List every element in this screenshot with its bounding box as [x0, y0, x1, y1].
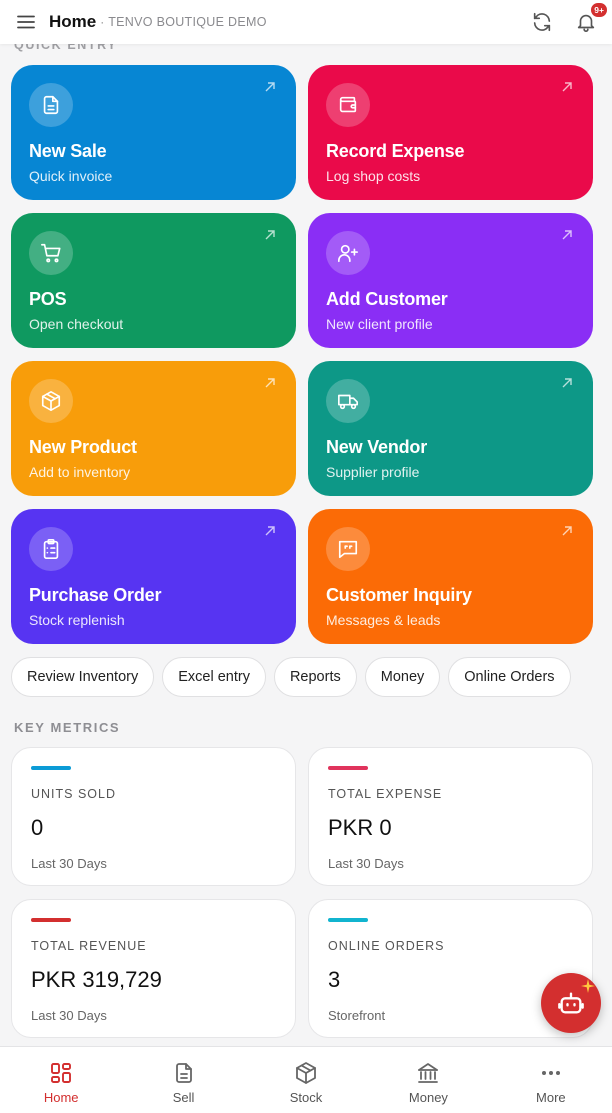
truck-icon [326, 379, 370, 423]
nav-label: Home [43, 1090, 79, 1105]
chip-review-inventory[interactable]: Review Inventory [11, 657, 155, 697]
customer-inquiry-tile[interactable]: Customer Inquiry Messages & leads [308, 509, 593, 644]
record-expense-tile[interactable]: Record Expense Log shop costs [308, 65, 593, 200]
metric-name: UNITS SOLD [31, 787, 117, 801]
tile-subtitle: Add to inventory [29, 464, 131, 480]
tile-subtitle: Messages & leads [326, 612, 441, 628]
nav-home[interactable]: Home [0, 1047, 122, 1113]
tile-title: POS [29, 289, 67, 309]
sparkle-icon [581, 979, 595, 993]
new-vendor-tile[interactable]: New Vendor Supplier profile [308, 361, 593, 496]
refresh-icon[interactable] [528, 8, 556, 36]
nav-money[interactable]: Money [367, 1047, 489, 1113]
clipboard-icon [29, 527, 73, 571]
chip-excel-entry[interactable]: Excel entry [162, 657, 266, 697]
tile-title: Customer Inquiry [326, 585, 472, 605]
menu-icon[interactable] [14, 10, 38, 34]
pos-tile[interactable]: POS Open checkout [11, 213, 296, 348]
user-plus-icon [326, 231, 370, 275]
new-sale-tile[interactable]: New Sale Quick invoice [11, 65, 296, 200]
cart-icon [29, 231, 73, 275]
nav-sell[interactable]: Sell [122, 1047, 244, 1113]
top-bar: Home · TENVO BOUTIQUE DEMO 9+ [0, 0, 612, 44]
wallet-icon [326, 83, 370, 127]
quick-entry-grid: New Sale Quick invoice Record Expense Lo… [11, 65, 593, 644]
arrow-up-right-icon [562, 526, 572, 536]
tile-subtitle: Open checkout [29, 316, 124, 332]
total-revenue-card[interactable]: TOTAL REVENUE PKR 319,729 Last 30 Days [11, 899, 296, 1038]
metric-period: Storefront [328, 1008, 386, 1023]
metric-value: 3 [328, 967, 341, 992]
tile-subtitle: Stock replenish [29, 612, 125, 628]
metric-value: PKR 0 [328, 815, 392, 840]
box-icon [29, 379, 73, 423]
bottom-navigation: Home Sell Stock Money More [0, 1046, 612, 1113]
store-name: TENVO BOUTIQUE DEMO [108, 15, 267, 29]
purchase-order-tile[interactable]: Purchase Order Stock replenish [11, 509, 296, 644]
tile-title: Add Customer [326, 289, 448, 309]
metric-value: 0 [31, 815, 44, 840]
accent-bar [328, 918, 368, 922]
metric-period: Last 30 Days [328, 856, 404, 871]
key-metrics-label: KEY METRICS [14, 720, 121, 735]
tile-title: New Vendor [326, 437, 428, 457]
nav-more[interactable]: More [490, 1047, 612, 1113]
accent-bar [31, 766, 71, 770]
arrow-up-right-icon [265, 526, 275, 536]
arrow-up-right-icon [265, 82, 275, 92]
new-product-tile[interactable]: New Product Add to inventory [11, 361, 296, 496]
tile-title: Record Expense [326, 141, 465, 161]
notifications-button[interactable]: 9+ [572, 2, 608, 36]
nav-label: Stock [289, 1090, 323, 1105]
receipt-icon [175, 1063, 192, 1083]
tile-subtitle: New client profile [326, 316, 433, 332]
metric-name: ONLINE ORDERS [328, 939, 445, 953]
key-metrics-grid: UNITS SOLD 0 Last 30 Days TOTAL EXPENSE … [11, 747, 593, 1038]
metric-period: Last 30 Days [31, 1008, 107, 1023]
metric-name: TOTAL REVENUE [31, 939, 147, 953]
nav-label: Money [408, 1090, 448, 1105]
nav-label: More [536, 1090, 566, 1105]
chip-reports[interactable]: Reports [273, 657, 357, 697]
tile-subtitle: Quick invoice [29, 168, 113, 184]
add-customer-tile[interactable]: Add Customer New client profile [308, 213, 593, 348]
grid-icon [51, 1063, 72, 1083]
metric-value: PKR 319,729 [31, 967, 162, 992]
document-icon [29, 83, 73, 127]
accent-bar [328, 766, 368, 770]
tile-title: New Sale [29, 141, 107, 161]
chip-money[interactable]: Money [364, 657, 441, 697]
notification-badge: 9+ [590, 2, 608, 18]
arrow-up-right-icon [265, 230, 275, 240]
chip-online-orders[interactable]: Online Orders [448, 657, 571, 697]
metric-name: TOTAL EXPENSE [328, 787, 443, 801]
metric-period: Last 30 Days [31, 856, 107, 871]
units-sold-card[interactable]: UNITS SOLD 0 Last 30 Days [11, 747, 296, 886]
arrow-up-right-icon [265, 378, 275, 388]
shortcut-chips: Review Inventory Excel entry Reports Mon… [11, 657, 571, 697]
page-title: Home [49, 12, 97, 31]
tile-subtitle: Log shop costs [326, 168, 421, 184]
tile-subtitle: Supplier profile [326, 464, 420, 480]
nav-stock[interactable]: Stock [245, 1047, 367, 1113]
nav-label: Sell [172, 1090, 195, 1105]
accent-bar [31, 918, 71, 922]
box-icon [296, 1062, 316, 1084]
robot-assistant-icon [558, 992, 584, 1014]
more-dots-icon [541, 1071, 560, 1075]
arrow-up-right-icon [562, 378, 572, 388]
tile-title: Purchase Order [29, 585, 162, 605]
arrow-up-right-icon [562, 230, 572, 240]
ai-assistant-button[interactable] [541, 973, 601, 1033]
tile-title: New Product [29, 437, 137, 457]
title-separator: · [100, 15, 105, 29]
message-quote-icon [326, 527, 370, 571]
total-expense-card[interactable]: TOTAL EXPENSE PKR 0 Last 30 Days [308, 747, 593, 886]
arrow-up-right-icon [562, 82, 572, 92]
bank-icon [418, 1063, 439, 1083]
